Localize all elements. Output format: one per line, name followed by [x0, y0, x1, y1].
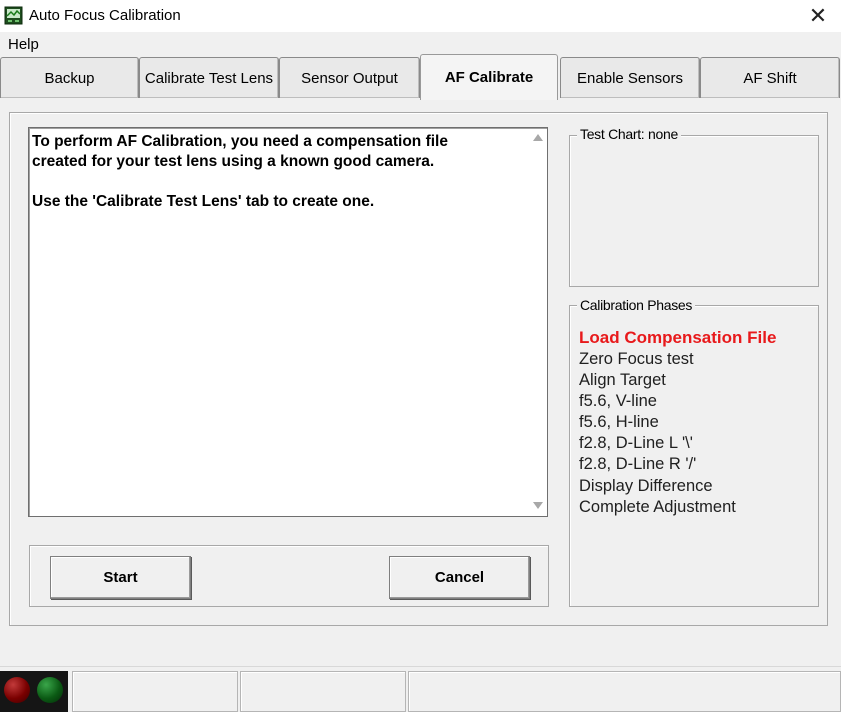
phase-f28-d-line-l: f2.8, D-Line L '\' — [579, 434, 693, 452]
close-icon[interactable]: ✕ — [795, 0, 841, 32]
menu-item-help[interactable]: Help — [8, 36, 39, 53]
scroll-up-arrow-icon[interactable] — [533, 134, 543, 141]
phase-complete-adjustment: Complete Adjustment — [579, 498, 736, 516]
scroll-down-arrow-icon[interactable] — [533, 502, 543, 509]
tab-enable-sensors[interactable]: Enable Sensors — [560, 57, 700, 98]
green-led-icon — [37, 677, 63, 703]
test-chart-group — [569, 135, 819, 287]
tab-backup[interactable]: Backup — [0, 57, 139, 98]
app-icon — [4, 6, 23, 25]
tab-calibrate-test-lens[interactable]: Calibrate Test Lens — [139, 57, 279, 98]
test-chart-label: Test Chart: none — [577, 126, 681, 142]
phase-f56-v-line: f5.6, V-line — [579, 392, 657, 410]
status-cell-3 — [408, 671, 841, 712]
cancel-button[interactable]: Cancel — [389, 556, 530, 599]
calibration-phases-label: Calibration Phases — [577, 297, 696, 313]
status-cell-1 — [72, 671, 238, 712]
tab-af-calibrate[interactable]: AF Calibrate — [420, 54, 558, 100]
start-button[interactable]: Start — [50, 556, 191, 599]
led-indicator-panel — [0, 671, 68, 712]
phase-f56-h-line: f5.6, H-line — [579, 413, 659, 431]
window-title: Auto Focus Calibration — [29, 7, 181, 24]
message-text: To perform AF Calibration, you need a co… — [32, 133, 448, 210]
menu-bar: Help — [0, 32, 841, 56]
phase-f28-d-line-r: f2.8, D-Line R '/' — [579, 455, 697, 473]
red-led-icon — [4, 677, 30, 703]
title-bar: Auto Focus Calibration ✕ — [0, 0, 841, 32]
phase-load-compensation-file: Load Compensation File — [579, 328, 777, 347]
phase-display-difference: Display Difference — [579, 477, 713, 495]
tab-af-shift[interactable]: AF Shift — [700, 57, 840, 98]
phase-zero-focus-test: Zero Focus test — [579, 350, 694, 368]
status-cell-2 — [240, 671, 406, 712]
tab-sensor-output[interactable]: Sensor Output — [279, 57, 420, 98]
message-textbox[interactable]: To perform AF Calibration, you need a co… — [28, 127, 548, 517]
tab-strip: Backup Calibrate Test Lens Sensor Output… — [0, 54, 841, 100]
phase-align-target: Align Target — [579, 371, 666, 389]
